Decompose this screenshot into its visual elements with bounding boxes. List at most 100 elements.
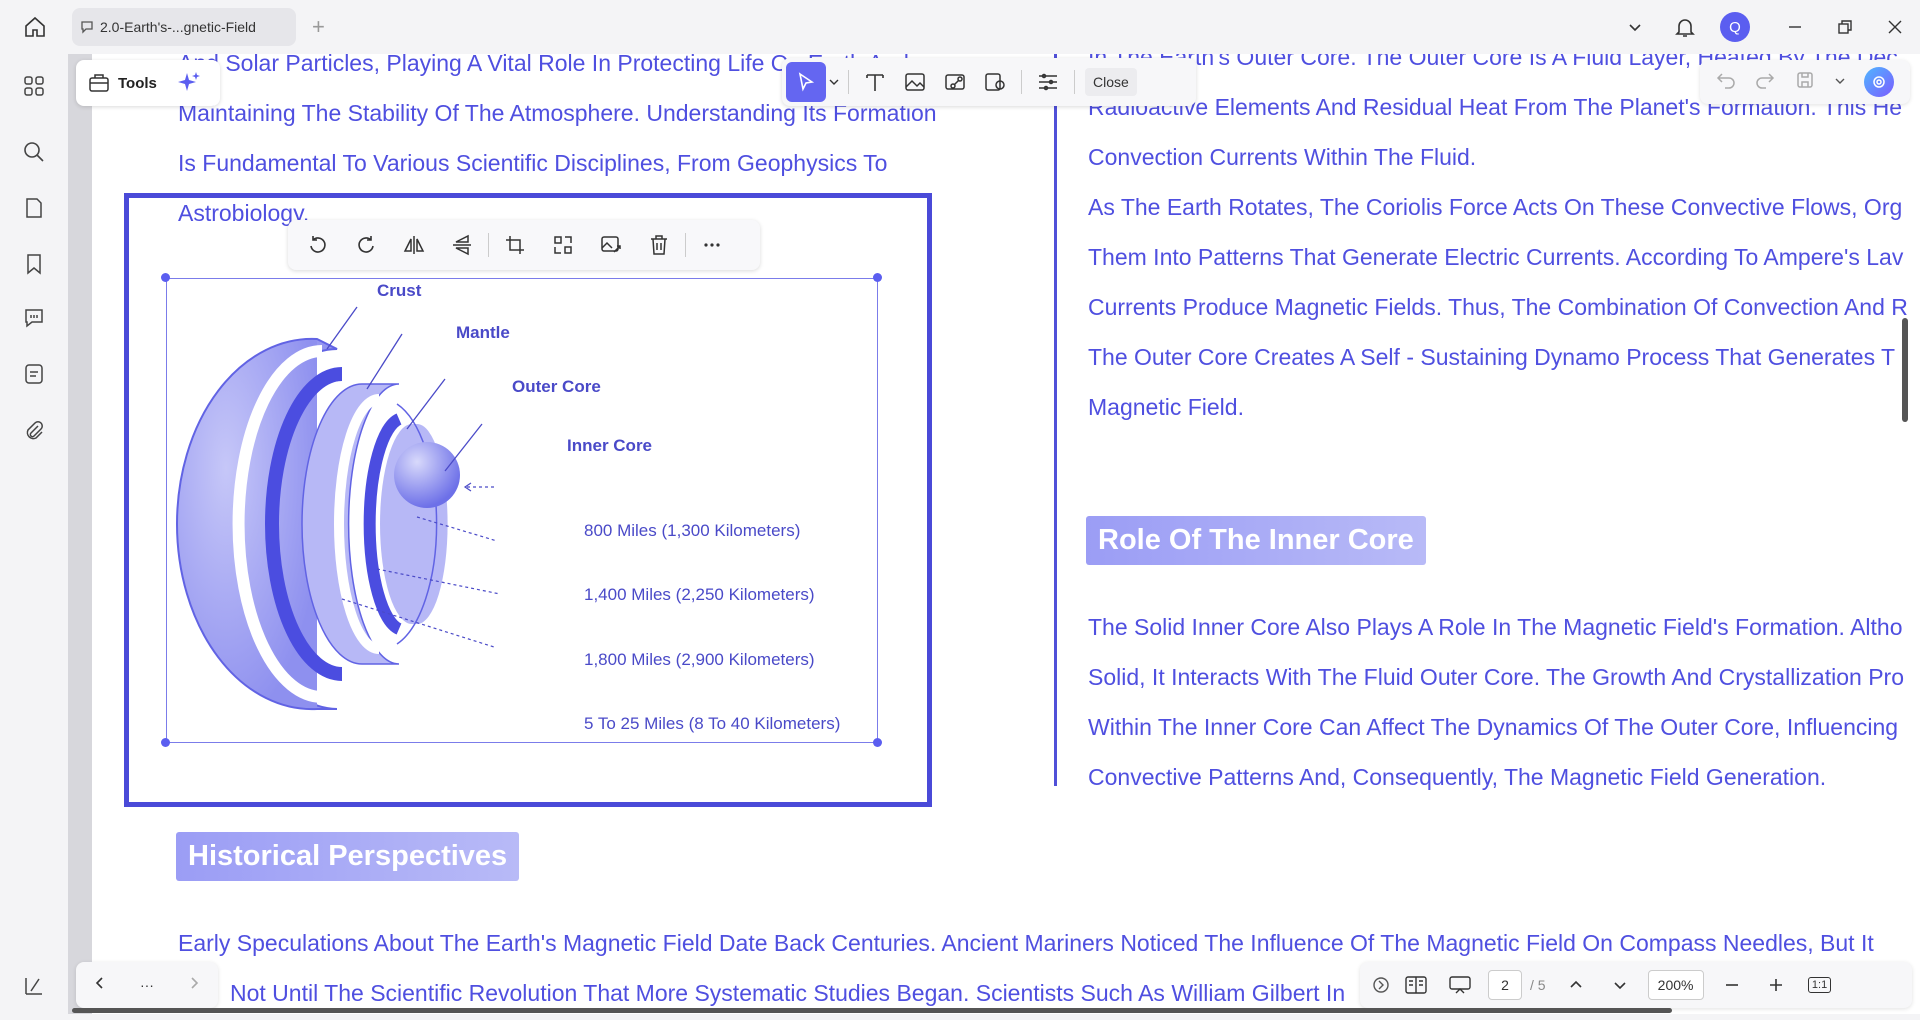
resize-handle[interactable] bbox=[873, 273, 882, 282]
close-window-icon[interactable] bbox=[1870, 8, 1920, 46]
pages-icon[interactable] bbox=[14, 188, 54, 228]
chevron-down-icon[interactable] bbox=[1835, 73, 1845, 91]
extract-image-icon[interactable] bbox=[539, 225, 587, 265]
page-layout-icon[interactable] bbox=[1394, 967, 1438, 1003]
more-options-icon[interactable] bbox=[688, 225, 736, 265]
actual-size-button[interactable]: 1:1 bbox=[1798, 967, 1842, 1003]
image-tool-icon[interactable] bbox=[895, 62, 935, 102]
tab-title: 2.0-Earth's-...gnetic-Field bbox=[100, 19, 256, 35]
distance-label: 5 To 25 Miles (8 To 40 Kilometers) bbox=[584, 714, 841, 733]
rotate-right-icon[interactable] bbox=[342, 225, 390, 265]
close-button[interactable]: Close bbox=[1085, 68, 1137, 96]
more-pages-button[interactable]: ··· bbox=[140, 977, 154, 993]
chevron-down-icon[interactable] bbox=[1610, 8, 1660, 46]
bookmark-icon[interactable] bbox=[14, 244, 54, 284]
status-bar: 2 / 5 200% 1:1 bbox=[1360, 962, 1912, 1008]
paragraph-line: Convection Currents Within The Fluid. bbox=[1088, 144, 1477, 170]
select-tool-icon[interactable] bbox=[786, 62, 826, 102]
mantle-label: Mantle bbox=[456, 323, 510, 342]
save-icon[interactable] bbox=[1795, 70, 1815, 95]
ai-assistant-icon[interactable] bbox=[1864, 67, 1895, 97]
distance-label: 800 Miles (1,300 Kilometers) bbox=[584, 521, 801, 540]
distance-label: 1,400 Miles (2,250 Kilometers) bbox=[584, 585, 815, 604]
edit-toolbar: Close bbox=[782, 58, 1196, 106]
paragraph-line: The Solid Inner Core Also Plays A Role I… bbox=[1088, 614, 1903, 640]
rotate-left-icon[interactable] bbox=[294, 225, 342, 265]
zoom-level[interactable]: 200% bbox=[1647, 970, 1704, 1000]
thumbnails-icon[interactable] bbox=[14, 66, 54, 106]
tools-panel-icon[interactable] bbox=[14, 966, 54, 1006]
tools-label: Tools bbox=[118, 74, 157, 92]
historical-heading: Historical Perspectives bbox=[176, 832, 520, 881]
flip-horizontal-icon[interactable] bbox=[390, 225, 438, 265]
zoom-in-icon[interactable] bbox=[1754, 967, 1798, 1003]
paragraph-line: The Outer Core Creates A Self - Sustaini… bbox=[1088, 344, 1896, 370]
image-edit-toolbar bbox=[288, 220, 760, 270]
page-number-input[interactable]: 2 bbox=[1488, 970, 1522, 1000]
user-avatar[interactable]: Q bbox=[1710, 8, 1760, 46]
stamp-tool-icon[interactable] bbox=[975, 62, 1015, 102]
bell-icon[interactable] bbox=[1660, 8, 1710, 46]
paragraph-line: Convective Patterns And, Consequently, T… bbox=[1088, 764, 1827, 790]
horizontal-scrollbar[interactable] bbox=[72, 1008, 1672, 1013]
paragraph-line: Is Fundamental To Various Scientific Dis… bbox=[178, 150, 888, 176]
distance-label: 1,800 Miles (2,900 Kilometers) bbox=[584, 650, 815, 669]
paragraph-line: Them Into Patterns That Generate Electri… bbox=[1088, 244, 1904, 270]
inner-core-label: Inner Core bbox=[567, 436, 653, 455]
earth-layers-image[interactable]: Crust Mantle Outer Core Inner Core 800 M… bbox=[166, 278, 878, 743]
tools-button[interactable]: Tools bbox=[76, 60, 220, 106]
attachment-icon[interactable] bbox=[14, 410, 54, 450]
column-divider bbox=[1054, 54, 1057, 786]
delete-icon[interactable] bbox=[635, 225, 683, 265]
left-sidebar bbox=[0, 54, 68, 1020]
paragraph-line: Within The Inner Core Can Affect The Dyn… bbox=[1088, 714, 1899, 740]
crop-icon[interactable] bbox=[491, 225, 539, 265]
toolbar-separator bbox=[848, 70, 849, 94]
page-up-icon[interactable] bbox=[1554, 967, 1598, 1003]
flip-vertical-icon[interactable] bbox=[438, 225, 486, 265]
redo-icon[interactable] bbox=[1755, 70, 1775, 95]
toolbar-separator bbox=[1074, 70, 1075, 94]
search-icon[interactable] bbox=[14, 132, 54, 172]
properties-icon[interactable] bbox=[1028, 62, 1068, 102]
resize-handle[interactable] bbox=[161, 273, 170, 282]
restore-icon[interactable] bbox=[1820, 8, 1870, 46]
zoom-out-icon[interactable] bbox=[1710, 967, 1754, 1003]
prev-page-icon[interactable] bbox=[93, 976, 107, 995]
home-icon[interactable] bbox=[16, 10, 54, 44]
comment-icon bbox=[81, 21, 93, 34]
title-bar: 2.0-Earth's-...gnetic-Field + Q bbox=[0, 0, 1920, 54]
actual-size-label: 1:1 bbox=[1807, 977, 1832, 993]
document-tab[interactable]: 2.0-Earth's-...gnetic-Field bbox=[72, 8, 296, 46]
comments-icon[interactable] bbox=[14, 298, 54, 338]
minimize-icon[interactable] bbox=[1770, 8, 1820, 46]
undo-icon[interactable] bbox=[1716, 70, 1736, 95]
paragraph-line: Early Speculations About The Earth's Mag… bbox=[178, 930, 1874, 956]
earth-layers-diagram bbox=[175, 306, 501, 711]
paragraph-line: As The Earth Rotates, The Coriolis Force… bbox=[1088, 194, 1903, 220]
resize-handle[interactable] bbox=[873, 738, 882, 747]
resize-handle[interactable] bbox=[161, 738, 170, 747]
presentation-icon[interactable] bbox=[1438, 967, 1482, 1003]
right-toolbar bbox=[1700, 60, 1910, 104]
page-nav: ··· bbox=[76, 962, 218, 1008]
inner-core-heading: Role Of The Inner Core bbox=[1086, 516, 1426, 565]
form-icon[interactable] bbox=[14, 354, 54, 394]
add-tab-icon[interactable]: + bbox=[312, 14, 325, 40]
toolbox-icon bbox=[89, 74, 109, 92]
vertical-scrollbar[interactable] bbox=[1902, 318, 1908, 422]
link-tool-icon[interactable] bbox=[935, 62, 975, 102]
crust-label: Crust bbox=[377, 281, 422, 300]
replace-image-icon[interactable] bbox=[587, 225, 635, 265]
paragraph-line: Magnetic Field. bbox=[1088, 394, 1244, 420]
collapse-icon[interactable] bbox=[1368, 967, 1394, 1003]
toolbar-separator bbox=[685, 233, 686, 257]
paragraph-line: Solid, It Interacts With The Fluid Outer… bbox=[1088, 664, 1904, 690]
toolbar-separator bbox=[488, 233, 489, 257]
paragraph-line: Currents Produce Magnetic Fields. Thus, … bbox=[1088, 294, 1908, 320]
page-total: / 5 bbox=[1530, 977, 1546, 993]
next-page-icon[interactable] bbox=[187, 976, 201, 995]
text-tool-icon[interactable] bbox=[855, 62, 895, 102]
page-down-icon[interactable] bbox=[1598, 967, 1642, 1003]
chevron-down-icon[interactable] bbox=[826, 77, 842, 87]
